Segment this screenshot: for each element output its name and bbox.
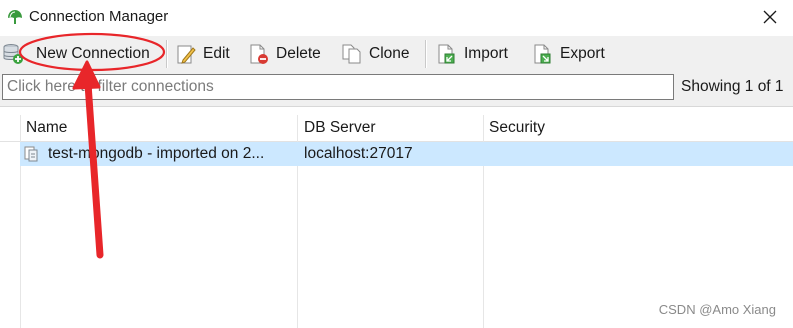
delete-button[interactable]: Delete [248, 39, 321, 69]
column-header-db-server[interactable]: DB Server [298, 115, 483, 141]
import-button[interactable]: Import [436, 39, 508, 69]
edit-icon [177, 45, 196, 64]
mongo-leaf-icon [8, 10, 22, 24]
import-label: Import [464, 45, 508, 62]
clone-button[interactable]: Clone [341, 39, 410, 69]
connections-grid: Name DB Server Security test-mongodb - i… [0, 106, 793, 328]
connection-name: test-mongodb - imported on 2... [48, 145, 265, 162]
toolbar-separator [425, 40, 427, 68]
export-icon [534, 44, 551, 64]
edit-button[interactable]: Edit [175, 39, 230, 69]
toolbar: New Connection Edit Delete Clone Import … [0, 36, 793, 72]
export-button[interactable]: Export [532, 39, 605, 69]
clone-icon [342, 44, 361, 64]
new-connection-label: New Connection [36, 45, 150, 62]
import-icon [438, 44, 455, 64]
connection-security [489, 142, 789, 166]
grid-header: Name DB Server Security [0, 115, 793, 142]
delete-label: Delete [276, 45, 321, 62]
connection-server: localhost:27017 [304, 145, 413, 162]
delete-icon [250, 44, 268, 64]
table-row[interactable]: test-mongodb - imported on 2... localhos… [20, 142, 793, 166]
title-bar: Connection Manager [0, 0, 793, 36]
window-title: Connection Manager [29, 8, 169, 25]
connection-icon [24, 146, 38, 162]
clone-label: Clone [369, 45, 410, 62]
column-header-name[interactable]: Name [20, 115, 297, 141]
filter-input[interactable] [2, 74, 674, 100]
close-button[interactable] [747, 0, 793, 34]
filter-bar: Showing 1 of 1 [0, 72, 793, 106]
toolbar-separator [166, 40, 168, 68]
showing-count: Showing 1 of 1 [681, 78, 784, 95]
edit-label: Edit [203, 45, 230, 62]
column-header-security[interactable]: Security [483, 115, 793, 141]
export-label: Export [560, 45, 605, 62]
watermark: CSDN @Amo Xiang [658, 302, 776, 317]
close-icon [763, 10, 777, 24]
new-connection-button[interactable]: New Connection [2, 39, 150, 69]
database-add-icon [3, 44, 23, 64]
